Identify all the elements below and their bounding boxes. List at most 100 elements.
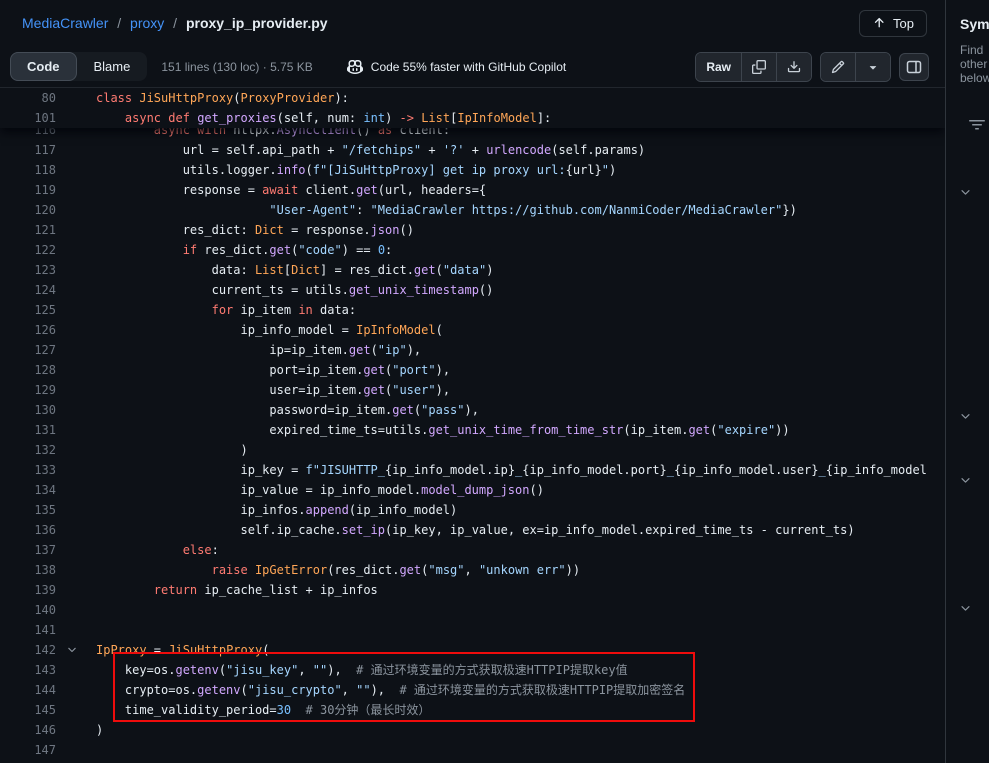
code-rows: 116 async with httpx.AsyncClient() as cl… — [0, 88, 945, 760]
line-number[interactable]: 80 — [0, 88, 56, 108]
line-number[interactable]: 147 — [0, 740, 56, 760]
symbols-filter-button[interactable] — [969, 117, 985, 136]
code-line-137: 137 else: — [0, 540, 945, 560]
gutter-fold-slot — [56, 740, 96, 760]
line-number[interactable]: 130 — [0, 400, 56, 420]
line-number[interactable]: 121 — [0, 220, 56, 240]
symbol-expand-chevron-icon[interactable] — [959, 474, 972, 492]
line-number[interactable]: 137 — [0, 540, 56, 560]
gutter-fold-slot — [56, 440, 96, 460]
code-text: "User-Agent": "MediaCrawler https://gith… — [96, 200, 797, 220]
tab-code[interactable]: Code — [10, 52, 77, 81]
gutter-fold-slot — [56, 108, 96, 128]
code-text: data: List[Dict] = res_dict.get("data") — [96, 260, 493, 280]
line-number[interactable]: 134 — [0, 480, 56, 500]
symbol-expand-chevron-icon[interactable] — [959, 602, 972, 620]
file-toolbar: Code Blame 151 lines (130 loc) · 5.75 KB… — [0, 46, 945, 88]
code-line-127: 127 ip=ip_item.get("ip"), — [0, 340, 945, 360]
gutter-fold-slot — [56, 220, 96, 240]
code-line-124: 124 current_ts = utils.get_unix_timestam… — [0, 280, 945, 300]
code-text: return ip_cache_list + ip_infos — [96, 580, 378, 600]
code-line-143: 143 key=os.getenv("jisu_key", ""), # 通过环… — [0, 660, 945, 680]
symbols-panel-toggle-button[interactable] — [899, 53, 929, 81]
line-number[interactable]: 122 — [0, 240, 56, 260]
breadcrumb-separator: / — [173, 15, 177, 31]
download-icon — [787, 60, 801, 74]
code-line-80: 80class JiSuHttpProxy(ProxyProvider): — [0, 88, 945, 108]
download-button[interactable] — [777, 53, 811, 81]
tab-blame[interactable]: Blame — [77, 52, 148, 81]
code-line-138: 138 raise IpGetError(res_dict.get("msg",… — [0, 560, 945, 580]
filter-icon — [969, 117, 985, 133]
symbol-expand-chevron-icon[interactable] — [959, 410, 972, 428]
code-text: key=os.getenv("jisu_key", ""), # 通过环境变量的… — [96, 660, 628, 680]
line-number[interactable]: 138 — [0, 560, 56, 580]
gutter-fold-slot — [56, 720, 96, 740]
raw-button[interactable]: Raw — [696, 53, 742, 81]
line-number[interactable]: 127 — [0, 340, 56, 360]
line-number[interactable]: 146 — [0, 720, 56, 740]
line-number[interactable]: 143 — [0, 660, 56, 680]
breadcrumb-repo[interactable]: MediaCrawler — [22, 15, 108, 31]
gutter-fold-slot — [56, 360, 96, 380]
line-number[interactable]: 118 — [0, 160, 56, 180]
line-number[interactable]: 144 — [0, 680, 56, 700]
line-number[interactable]: 101 — [0, 108, 56, 128]
symbol-expand-chevron-icon[interactable] — [959, 186, 972, 204]
edit-button[interactable] — [821, 53, 856, 81]
copilot-banner-text: Code 55% faster with GitHub Copilot — [371, 60, 566, 74]
code-text: user=ip_item.get("user"), — [96, 380, 450, 400]
line-number[interactable]: 128 — [0, 360, 56, 380]
line-number[interactable]: 136 — [0, 520, 56, 540]
symbols-panel-toggle-icon — [906, 59, 922, 75]
code-text: ip=ip_item.get("ip"), — [96, 340, 421, 360]
code-line-145: 145 time_validity_period=30 # 30分钟（最长时效） — [0, 700, 945, 720]
fold-chevron-icon[interactable] — [66, 644, 78, 656]
sticky-code-header: 80class JiSuHttpProxy(ProxyProvider):101… — [0, 88, 945, 128]
line-number[interactable]: 123 — [0, 260, 56, 280]
line-number[interactable]: 131 — [0, 420, 56, 440]
copy-button[interactable] — [742, 53, 777, 81]
line-number[interactable]: 119 — [0, 180, 56, 200]
code-text: self.ip_cache.set_ip(ip_key, ip_value, e… — [96, 520, 855, 540]
line-number[interactable]: 117 — [0, 140, 56, 160]
gutter-fold-slot — [56, 340, 96, 360]
copilot-icon — [347, 59, 363, 75]
gutter-fold-slot — [56, 300, 96, 320]
back-to-top-button[interactable]: Top — [859, 10, 927, 37]
line-number[interactable]: 142 — [0, 640, 56, 660]
code-text: current_ts = utils.get_unix_timestamp() — [96, 280, 493, 300]
line-number[interactable]: 139 — [0, 580, 56, 600]
code-line-141: 141 — [0, 620, 945, 640]
line-number[interactable]: 120 — [0, 200, 56, 220]
line-number[interactable]: 140 — [0, 600, 56, 620]
main-content: MediaCrawler / proxy / proxy_ip_provider… — [0, 0, 945, 763]
line-number[interactable]: 125 — [0, 300, 56, 320]
gutter-fold-slot — [56, 160, 96, 180]
gutter-fold-slot — [56, 680, 96, 700]
arrow-up-icon — [872, 16, 886, 30]
line-number[interactable]: 132 — [0, 440, 56, 460]
gutter-fold-slot — [56, 480, 96, 500]
edit-dropdown-button[interactable] — [856, 53, 890, 81]
line-number[interactable]: 126 — [0, 320, 56, 340]
code-text: ip_value = ip_info_model.model_dump_json… — [96, 480, 544, 500]
line-number[interactable]: 129 — [0, 380, 56, 400]
line-number[interactable]: 124 — [0, 280, 56, 300]
line-number[interactable]: 145 — [0, 700, 56, 720]
breadcrumb-separator: / — [117, 15, 121, 31]
code-text: password=ip_item.get("pass"), — [96, 400, 479, 420]
code-line-121: 121 res_dict: Dict = response.json() — [0, 220, 945, 240]
gutter-fold-slot — [56, 88, 96, 108]
code-text: url = self.api_path + "/fetchips" + '?' … — [96, 140, 645, 160]
line-number[interactable]: 135 — [0, 500, 56, 520]
line-number[interactable]: 133 — [0, 460, 56, 480]
code-line-129: 129 user=ip_item.get("user"), — [0, 380, 945, 400]
line-number[interactable]: 141 — [0, 620, 56, 640]
code-line-140: 140 — [0, 600, 945, 620]
breadcrumb-folder[interactable]: proxy — [130, 15, 164, 31]
breadcrumb: MediaCrawler / proxy / proxy_ip_provider… — [22, 15, 328, 31]
code-line-117: 117 url = self.api_path + "/fetchips" + … — [0, 140, 945, 160]
raw-copy-download-group: Raw — [695, 52, 812, 82]
gutter-fold-slot — [56, 380, 96, 400]
